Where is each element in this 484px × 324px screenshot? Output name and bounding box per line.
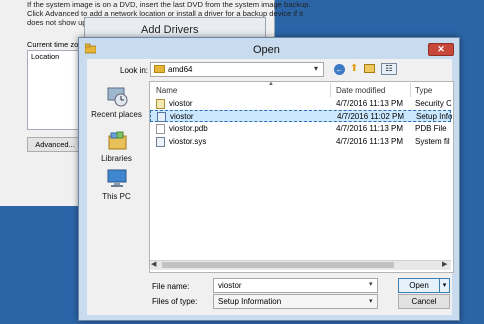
security-catalog-icon bbox=[156, 99, 165, 109]
advanced-button[interactable]: Advanced... bbox=[27, 137, 83, 152]
column-header-date[interactable]: Date modified bbox=[336, 86, 385, 95]
file-date: 4/7/2016 11:13 PM bbox=[336, 137, 404, 146]
column-divider[interactable] bbox=[410, 83, 411, 97]
back-icon[interactable]: ← bbox=[334, 64, 345, 75]
sort-ascending-icon: ▲ bbox=[268, 81, 274, 87]
file-type: Security C bbox=[415, 99, 451, 108]
add-drivers-title: Add Drivers bbox=[141, 24, 199, 36]
chevron-down-icon[interactable]: ▾ bbox=[314, 64, 318, 73]
setup-information-icon bbox=[157, 112, 166, 122]
up-folder-icon[interactable]: ⬆ bbox=[350, 63, 358, 74]
file-name-label: File name: bbox=[152, 282, 190, 291]
nav-label: Libraries bbox=[101, 154, 132, 163]
open-options-chevron-icon[interactable]: ▾ bbox=[439, 278, 450, 293]
libraries-icon bbox=[105, 130, 129, 152]
close-button[interactable]: ✕ bbox=[428, 43, 454, 56]
open-button[interactable]: Open bbox=[398, 278, 440, 293]
nav-libraries[interactable]: Libraries bbox=[89, 130, 144, 163]
file-name: viostor.pdb bbox=[169, 124, 208, 133]
nav-this-pc[interactable]: This PC bbox=[89, 168, 144, 201]
column-header-type[interactable]: Type bbox=[415, 86, 432, 95]
files-of-type-label: Files of type: bbox=[152, 297, 198, 306]
file-name: viostor bbox=[169, 99, 193, 108]
chevron-down-icon[interactable]: ▾ bbox=[369, 280, 373, 288]
file-date: 4/7/2016 11:02 PM bbox=[337, 112, 405, 121]
folder-icon bbox=[84, 43, 97, 54]
folder-icon bbox=[154, 65, 165, 73]
nav-recent-places[interactable]: Recent places bbox=[89, 86, 144, 119]
chevron-down-icon[interactable]: ▾ bbox=[369, 297, 373, 305]
new-folder-icon[interactable] bbox=[364, 64, 375, 73]
scroll-right-icon[interactable]: ▶ bbox=[442, 260, 447, 268]
this-pc-icon bbox=[105, 168, 129, 190]
file-row[interactable]: viostor 4/7/2016 11:13 PM Security C bbox=[150, 98, 451, 110]
scrollbar-thumb[interactable] bbox=[162, 262, 394, 268]
file-type: Setup Info bbox=[416, 112, 452, 121]
open-dialog-title: Open bbox=[253, 44, 280, 56]
file-row[interactable]: viostor.pdb 4/7/2016 11:13 PM PDB File bbox=[150, 123, 451, 135]
file-name: viostor bbox=[170, 112, 194, 121]
recent-places-icon bbox=[105, 86, 129, 108]
files-of-type-select[interactable]: Setup Information bbox=[213, 294, 378, 309]
file-type: System fil bbox=[415, 137, 450, 146]
file-row-selected[interactable]: viostor 4/7/2016 11:02 PM Setup Info bbox=[150, 110, 452, 122]
nav-label: Recent places bbox=[91, 110, 142, 119]
time-zone-label: Current time zo bbox=[27, 40, 79, 49]
column-divider[interactable] bbox=[330, 83, 331, 97]
system-file-icon bbox=[156, 137, 165, 147]
file-type: PDB File bbox=[415, 124, 447, 133]
cancel-button[interactable]: Cancel bbox=[398, 294, 450, 309]
view-menu-icon[interactable]: ☷ bbox=[381, 63, 397, 75]
file-row[interactable]: viostor.sys 4/7/2016 11:13 PM System fil bbox=[150, 136, 451, 148]
file-name: viostor.sys bbox=[169, 137, 207, 146]
column-header-name[interactable]: Name bbox=[156, 86, 177, 95]
nav-label: This PC bbox=[102, 192, 131, 201]
pdb-file-icon bbox=[156, 124, 165, 134]
scroll-left-icon[interactable]: ◀ bbox=[151, 260, 156, 268]
file-date: 4/7/2016 11:13 PM bbox=[336, 99, 404, 108]
file-date: 4/7/2016 11:13 PM bbox=[336, 124, 404, 133]
file-name-input[interactable]: viostor bbox=[213, 278, 378, 293]
look-in-value: amd64 bbox=[168, 65, 193, 74]
look-in-label: Look in: bbox=[120, 66, 149, 75]
